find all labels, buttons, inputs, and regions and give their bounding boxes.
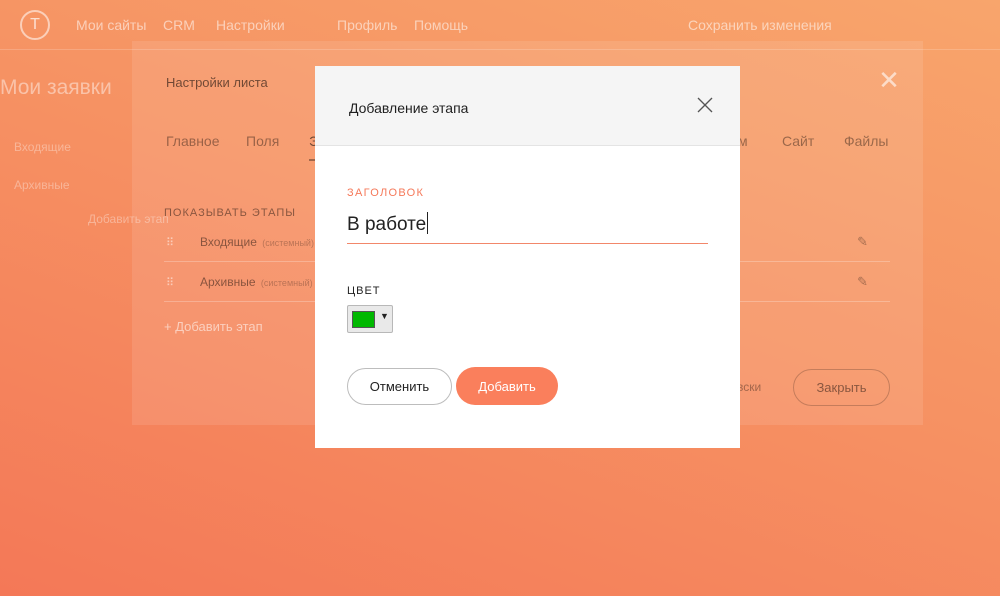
- add-button[interactable]: Добавить: [456, 367, 558, 405]
- stage-name: Архивные (системный): [200, 275, 313, 289]
- title-input[interactable]: [347, 208, 708, 244]
- settings-close-icon[interactable]: ✕: [877, 67, 901, 93]
- dropdown-arrow-icon: ▼: [380, 311, 389, 321]
- add-stage-link[interactable]: + Добавить этап: [164, 319, 263, 334]
- dialog-header: Добавление этапа: [315, 66, 740, 146]
- sidebar-item-incoming[interactable]: Входящие: [14, 140, 71, 154]
- stage-meta: (системный): [262, 238, 314, 248]
- logo-icon[interactable]: T: [20, 10, 50, 40]
- tab-site[interactable]: Сайт: [782, 133, 814, 149]
- nav-link-help[interactable]: Помощь: [414, 17, 468, 33]
- nav-link-profile[interactable]: Профиль: [337, 17, 397, 33]
- stages-heading: Показывать этапы: [164, 207, 297, 219]
- close-icon[interactable]: [695, 95, 715, 115]
- cancel-button[interactable]: Отменить: [347, 368, 452, 405]
- color-field-label: Цвет: [347, 285, 381, 297]
- pencil-icon[interactable]: ✎: [857, 274, 868, 290]
- page-title: Мои заявки: [0, 76, 112, 99]
- title-field-label: Заголовок: [347, 187, 425, 199]
- drag-handle-icon[interactable]: ⠿: [166, 236, 174, 249]
- nav-link-save[interactable]: Сохранить изменения: [688, 17, 832, 33]
- pencil-icon[interactable]: ✎: [857, 234, 868, 250]
- settings-panel-title: Настройки листа: [166, 75, 268, 90]
- drag-handle-icon[interactable]: ⠿: [166, 276, 174, 289]
- color-swatch: [352, 311, 375, 328]
- settings-close-button[interactable]: Закрыть: [793, 369, 890, 406]
- tab-main[interactable]: Главное: [166, 133, 220, 149]
- sidebar-item-archived[interactable]: Архивные: [14, 178, 70, 192]
- tab-fields[interactable]: Поля: [246, 133, 279, 149]
- stage-meta: (системный): [260, 278, 313, 288]
- nav-link-crm[interactable]: CRM: [163, 17, 195, 33]
- settings-secondary-link[interactable]: вски: [737, 380, 761, 394]
- dialog-title: Добавление этапа: [349, 100, 469, 116]
- color-picker[interactable]: ▼: [347, 305, 393, 333]
- nav-link-settings[interactable]: Настройки: [216, 17, 285, 33]
- stage-name: Входящие (системный): [200, 235, 314, 249]
- add-stage-dialog: Добавление этапа Заголовок В работе Цвет…: [315, 66, 740, 448]
- nav-link-my-sites[interactable]: Мои сайты: [76, 17, 146, 33]
- tab-files[interactable]: Файлы: [844, 133, 888, 149]
